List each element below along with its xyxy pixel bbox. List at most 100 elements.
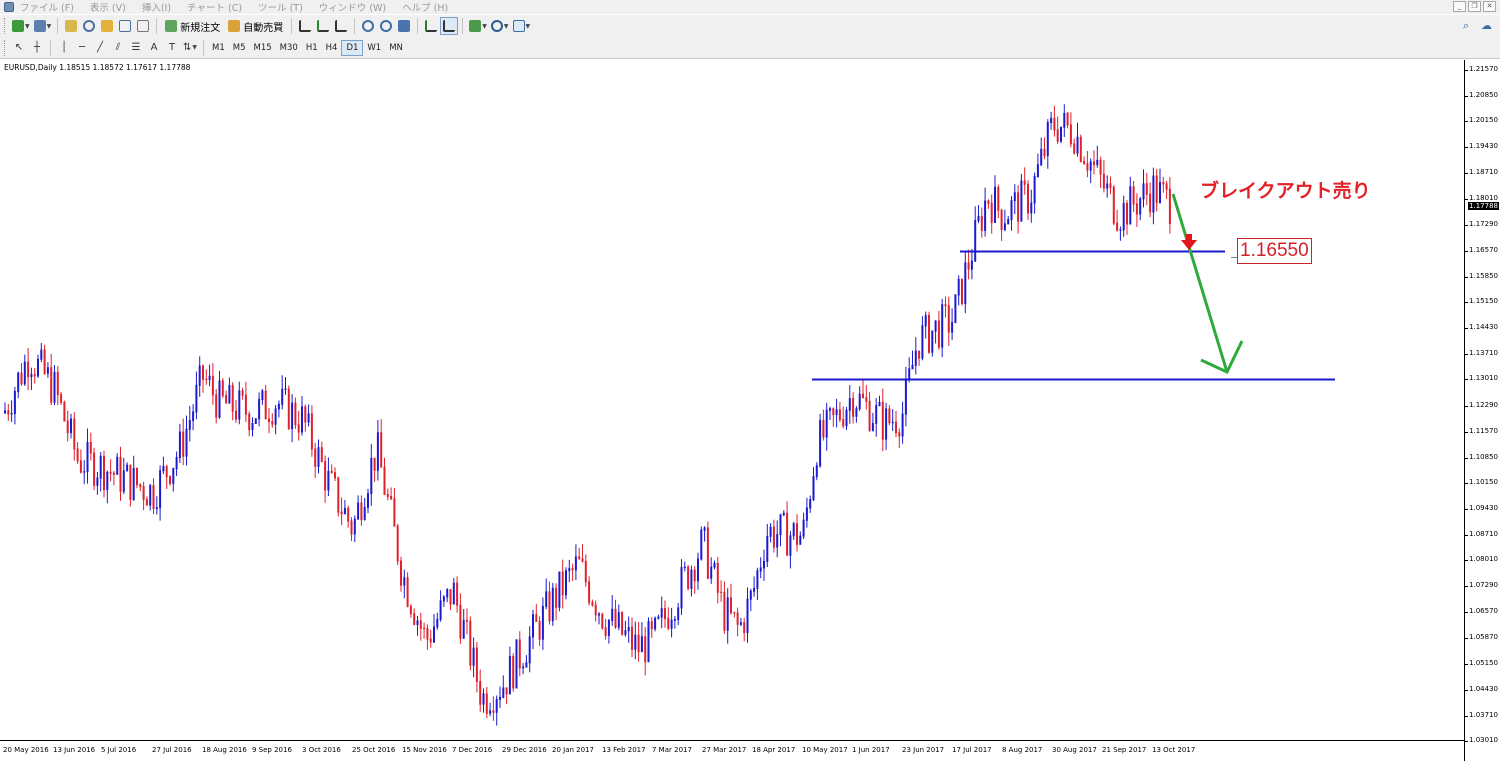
text-button[interactable]: A	[145, 39, 163, 57]
cursor-button[interactable]: ↖	[10, 39, 28, 57]
chat-icon[interactable]: ☁	[1481, 19, 1492, 33]
navigator-button[interactable]	[98, 17, 116, 35]
bar-chart-button[interactable]	[296, 17, 314, 35]
price-tick-label: 1.18010	[1469, 193, 1498, 202]
new-chart-button[interactable]: ▼	[10, 17, 32, 35]
chart-shift-button[interactable]	[422, 17, 440, 35]
menu-insert[interactable]: 挿入(I)	[142, 0, 171, 14]
price-tick	[1465, 328, 1468, 330]
crosshair-button[interactable]: ┼	[28, 39, 46, 57]
horizontal-line-button[interactable]: ─	[73, 39, 91, 57]
text-label-button[interactable]: T	[163, 39, 181, 57]
line-chart-button[interactable]	[332, 17, 350, 35]
periods-button[interactable]: ▼	[489, 17, 511, 35]
cursor-icon: ↖	[14, 42, 24, 53]
price-tick-label: 1.16570	[1469, 245, 1498, 254]
timeframe-m5[interactable]: M5	[229, 40, 250, 56]
toolbar-grip[interactable]	[4, 18, 7, 34]
data-window-button[interactable]	[80, 17, 98, 35]
channel-button[interactable]: ⫽	[109, 39, 127, 57]
price-tick-label: 1.20850	[1469, 91, 1498, 100]
search-icon[interactable]: ⌕	[1463, 19, 1469, 33]
tile-windows-button[interactable]	[395, 17, 413, 35]
channel-icon: ⫽	[115, 42, 121, 53]
date-tick-label: 30 Aug 2017	[1052, 746, 1097, 754]
terminal-button[interactable]	[116, 17, 134, 35]
minimize-button[interactable]: _	[1453, 1, 1466, 12]
level-price-label: 1.16550	[1237, 238, 1312, 264]
price-tick	[1465, 663, 1468, 665]
price-tick-label: 1.05150	[1469, 658, 1498, 667]
date-tick-label: 10 May 2017	[802, 746, 848, 754]
crosshair-move-icon	[83, 20, 96, 32]
bar-chart-icon	[299, 20, 312, 32]
fibonacci-icon: ☰	[131, 42, 141, 53]
price-tick-label: 1.09430	[1469, 503, 1498, 512]
tester-button[interactable]	[134, 17, 152, 35]
timeframe-m15[interactable]: M15	[250, 40, 276, 56]
menu-help[interactable]: ヘルプ (H)	[402, 0, 448, 14]
red-down-arrow-icon	[1181, 234, 1197, 250]
line-chart-icon	[335, 20, 348, 32]
price-tick	[1465, 198, 1468, 200]
timeframe-d1[interactable]: D1	[341, 39, 364, 56]
auto-trade-button[interactable]: 自動売買	[224, 19, 287, 34]
market-watch-icon	[65, 20, 78, 32]
menu-chart[interactable]: チャート (C)	[187, 0, 242, 14]
vertical-line-button[interactable]: │	[55, 39, 73, 57]
price-tick	[1465, 741, 1468, 742]
price-tick	[1465, 431, 1468, 433]
timeframe-m1[interactable]: M1	[208, 40, 229, 56]
profiles-icon	[33, 20, 46, 32]
date-tick-label: 7 Mar 2017	[652, 746, 692, 754]
templates-icon	[512, 20, 525, 32]
menu-file[interactable]: ファイル (F)	[20, 0, 74, 14]
restore-button[interactable]: ❐	[1468, 1, 1481, 12]
date-tick-label: 18 Aug 2016	[202, 746, 247, 754]
price-tick-label: 1.06570	[1469, 607, 1498, 616]
menu-window[interactable]: ウィンドウ (W)	[319, 0, 386, 14]
date-tick-label: 27 Mar 2017	[702, 746, 747, 754]
timeframe-h4[interactable]: H4	[322, 40, 342, 56]
menu-view[interactable]: 表示 (V)	[90, 0, 126, 14]
current-price-badge: 1.17788	[1468, 201, 1499, 210]
price-tick	[1465, 379, 1468, 381]
close-button[interactable]: ✕	[1483, 1, 1496, 12]
timeframe-mn[interactable]: MN	[385, 40, 407, 56]
timeframe-m30[interactable]: M30	[276, 40, 302, 56]
candlestick-button[interactable]	[314, 17, 332, 35]
price-chart[interactable]	[0, 60, 1464, 740]
profiles-button[interactable]: ▼	[32, 17, 54, 35]
line-studies-toolbar: ↖ ┼ │ ─ ╱ ⫽ ☰ A T ⇅ ▼ M1 M5 M15 M30 H1 H4…	[0, 37, 1500, 59]
clock-icon	[490, 20, 503, 32]
price-tick-label: 1.11570	[1469, 426, 1498, 435]
breakout-sell-annotation: ブレイクアウト売り	[1200, 180, 1371, 202]
price-tick	[1465, 70, 1468, 71]
price-tick	[1465, 586, 1468, 588]
indicators-button[interactable]: ▼	[467, 17, 489, 35]
price-tick	[1465, 560, 1468, 562]
candles-group	[4, 104, 1171, 726]
timeframe-w1[interactable]: W1	[363, 40, 385, 56]
zoom-out-button[interactable]	[377, 17, 395, 35]
market-watch-button[interactable]	[62, 17, 80, 35]
menu-bar: ファイル (F) 表示 (V) 挿入(I) チャート (C) ツール (T) ウ…	[0, 0, 1500, 14]
chart-window[interactable]: EURUSD,Daily 1.18515 1.18572 1.17617 1.1…	[0, 60, 1500, 761]
trendline-button[interactable]: ╱	[91, 39, 109, 57]
auto-scroll-button[interactable]	[440, 17, 459, 35]
new-order-button[interactable]: 新規注文	[161, 19, 224, 34]
price-axis[interactable]: 1.21570 1.20850 1.20150 1.19430 1.18710 1.180…	[1464, 60, 1500, 761]
zoom-in-button[interactable]	[359, 17, 377, 35]
templates-button[interactable]: ▼	[511, 17, 533, 35]
menu-tools[interactable]: ツール (T)	[258, 0, 303, 14]
navigator-icon	[101, 20, 114, 32]
terminal-icon	[119, 20, 132, 32]
timeframe-h1[interactable]: H1	[302, 40, 322, 56]
fibonacci-button[interactable]: ☰	[127, 39, 145, 57]
toolbar-grip-2[interactable]	[4, 39, 7, 56]
price-tick-label: 1.03710	[1469, 710, 1498, 719]
app-icon[interactable]	[4, 2, 14, 12]
arrows-button[interactable]: ⇅ ▼	[181, 39, 199, 57]
date-tick-label: 27 Jul 2016	[152, 746, 192, 754]
date-axis[interactable]: 20 May 2016 13 Jun 2016 5 Jul 2016 27 Jul 2…	[0, 740, 1464, 761]
